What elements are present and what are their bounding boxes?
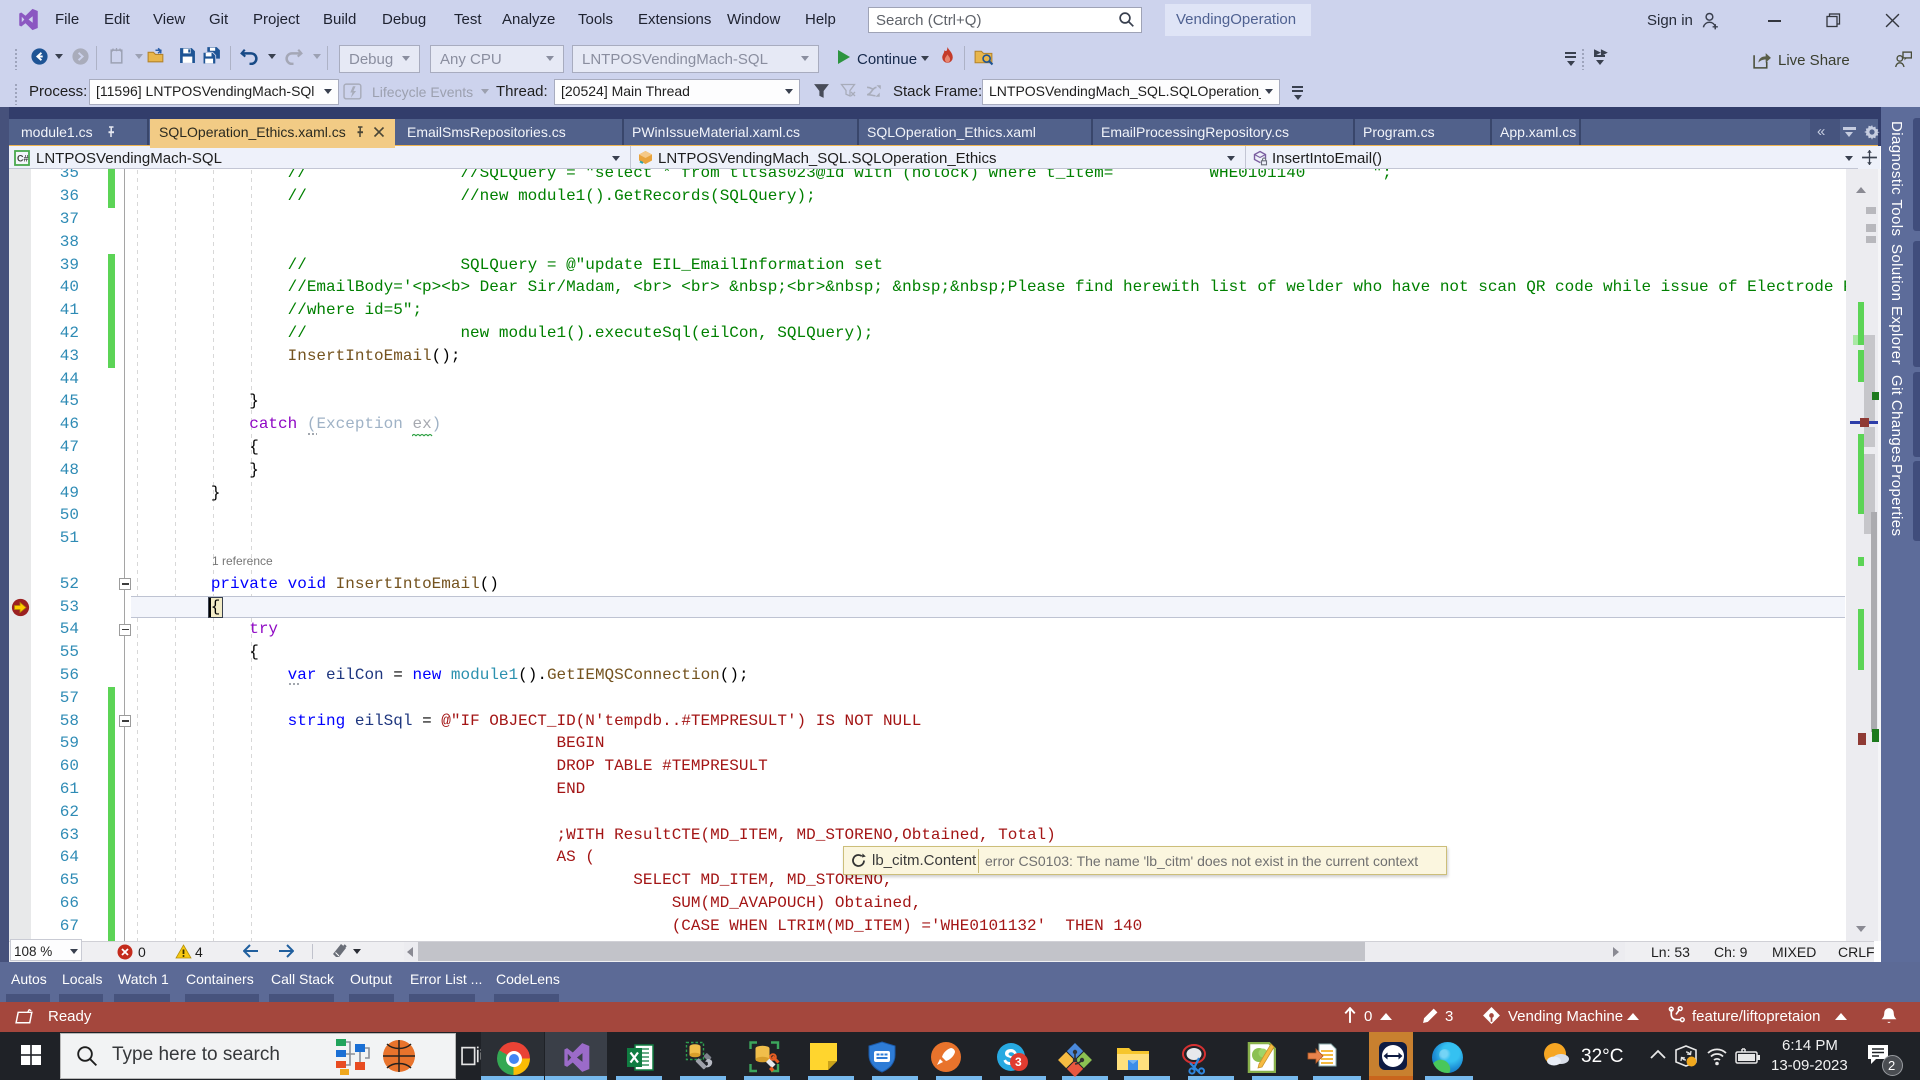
svg-text:C#: C# xyxy=(17,154,29,164)
